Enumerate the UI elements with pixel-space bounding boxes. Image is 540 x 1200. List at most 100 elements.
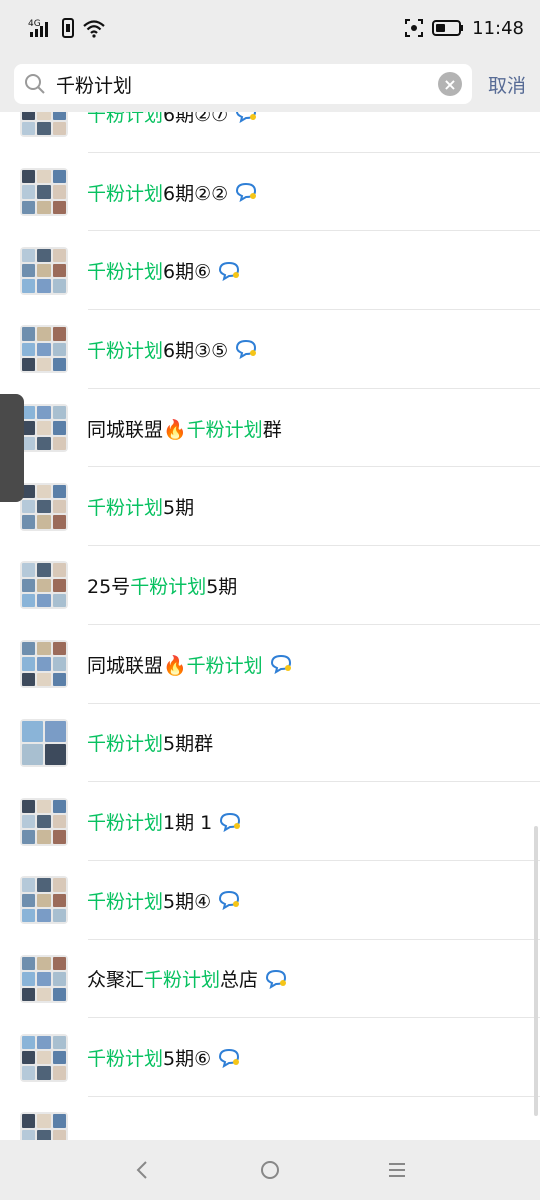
name-text: 5期	[163, 497, 195, 520]
avatar-cell	[22, 908, 36, 923]
avatar-cell	[52, 893, 66, 907]
avatar-cell	[52, 185, 66, 199]
cancel-button[interactable]: 取消	[488, 71, 526, 98]
home-nav-icon[interactable]	[258, 1158, 282, 1182]
status-bar: 4G 11:48	[0, 0, 540, 56]
group-avatar	[20, 640, 68, 689]
avatar-cell	[37, 908, 51, 923]
list-item[interactable]: 千粉计划 6期②②	[0, 153, 540, 232]
list-item[interactable]	[0, 1097, 540, 1140]
result-name: 25号 千粉计划 5期	[87, 572, 237, 599]
avatar-cell	[22, 122, 36, 136]
group-avatar	[20, 482, 68, 531]
list-item[interactable]: 千粉计划 1期 1	[0, 782, 540, 861]
highlight-text: 千粉计划	[87, 812, 164, 835]
avatar-cell	[22, 200, 36, 215]
side-handle[interactable]	[0, 394, 24, 502]
list-item[interactable]: 千粉计划 6期②⑦	[0, 112, 540, 153]
avatar-cell	[37, 170, 51, 184]
avatar-cell	[37, 893, 51, 907]
avatar-cell	[37, 185, 51, 199]
avatar-cell	[22, 578, 36, 593]
avatar-cell	[37, 264, 51, 278]
avatar-cell	[52, 342, 66, 357]
avatar-cell	[22, 672, 36, 687]
group-avatar	[20, 561, 68, 610]
avatar-cell	[52, 878, 66, 892]
list-item[interactable]: 25号 千粉计划 5期	[0, 546, 540, 625]
name-text: 25号	[87, 575, 131, 598]
highlight-text: 千粉计划	[87, 182, 164, 205]
results-list[interactable]: 千粉计划 6期②⑦ 千粉计划 6期②② 千粉计划 6期⑥ 千粉计划 6期③⑤ 同城联盟🔥 千粉计划…	[0, 112, 540, 1140]
search-icon	[24, 73, 46, 95]
avatar-cell	[22, 594, 36, 608]
group-avatar	[20, 876, 68, 925]
avatar-cell	[22, 878, 36, 892]
avatar-cell	[37, 830, 51, 844]
avatar-cell	[52, 515, 66, 529]
avatar-cell	[52, 279, 66, 293]
avatar-cell	[37, 642, 51, 656]
highlight-text: 千粉计划	[87, 890, 164, 913]
list-item[interactable]: 千粉计划 6期③⑤	[0, 310, 540, 389]
avatar-cell	[22, 264, 36, 278]
avatar-cell	[52, 112, 66, 120]
avatar-cell	[52, 421, 66, 435]
clock: 11:48	[472, 17, 524, 39]
avatar-cell	[52, 1129, 66, 1140]
highlight-text: 千粉计划	[144, 969, 221, 992]
avatar-cell	[22, 814, 36, 829]
scrollbar[interactable]	[534, 826, 538, 1116]
avatar-cell	[22, 657, 36, 671]
avatar-cell	[37, 594, 51, 608]
result-name: 千粉计划 1期 1	[87, 808, 242, 835]
list-item[interactable]: 众聚汇 千粉计划 总店	[0, 940, 540, 1019]
menu-nav-icon[interactable]	[385, 1158, 409, 1182]
avatar-cell	[37, 657, 51, 671]
result-name: 千粉计划 6期⑥	[87, 257, 241, 284]
name-text: 总店	[220, 969, 259, 992]
avatar-cell	[37, 1129, 51, 1140]
avatar-cell	[52, 814, 66, 829]
avatar-cell	[52, 248, 66, 263]
avatar-cell	[37, 248, 51, 263]
group-avatar	[20, 168, 68, 217]
screenshot-icon	[404, 18, 424, 38]
group-avatar	[20, 325, 68, 374]
avatar-cell	[52, 956, 66, 971]
list-item[interactable]: 千粉计划 5期④	[0, 861, 540, 940]
name-text: 5期	[206, 575, 238, 598]
avatar-cell	[52, 200, 66, 215]
result-name: 千粉计划 6期②⑦	[87, 112, 258, 127]
avatar-cell	[37, 563, 51, 577]
avatar-cell	[22, 1129, 36, 1140]
result-name: 千粉计划 5期群	[87, 729, 213, 756]
avatar-cell	[22, 893, 36, 907]
list-item[interactable]: 千粉计划 5期	[0, 467, 540, 546]
group-avatar	[20, 797, 68, 846]
list-item[interactable]: 同城联盟🔥 千粉计划群	[0, 389, 540, 468]
chat-bubble-icon	[217, 890, 241, 911]
search-query[interactable]: 千粉计划	[56, 71, 428, 98]
clear-icon[interactable]: ×	[437, 72, 462, 96]
name-text: 群	[262, 418, 282, 441]
result-name: 千粉计划 6期②②	[87, 179, 258, 206]
avatar-cell	[52, 1050, 66, 1065]
back-nav-icon[interactable]	[131, 1158, 155, 1182]
avatar-cell	[37, 122, 51, 136]
group-avatar	[20, 718, 68, 767]
search-input[interactable]: 千粉计划 ×	[14, 64, 472, 104]
list-item[interactable]: 千粉计划 6期⑥	[0, 231, 540, 310]
avatar-cell	[52, 563, 66, 577]
list-item[interactable]: 千粉计划 5期⑥	[0, 1018, 540, 1097]
avatar-cell	[37, 279, 51, 293]
avatar-cell	[22, 830, 36, 844]
avatar-cell	[52, 1066, 66, 1080]
battery-icon	[432, 19, 464, 37]
list-item[interactable]: 同城联盟🔥 千粉计划	[0, 625, 540, 704]
avatar-cell	[22, 743, 43, 765]
avatar-cell	[52, 642, 66, 656]
result-name: 千粉计划 5期	[87, 493, 194, 520]
result-name: 千粉计划 5期⑥	[87, 1044, 241, 1071]
list-item[interactable]: 千粉计划 5期群	[0, 704, 540, 783]
